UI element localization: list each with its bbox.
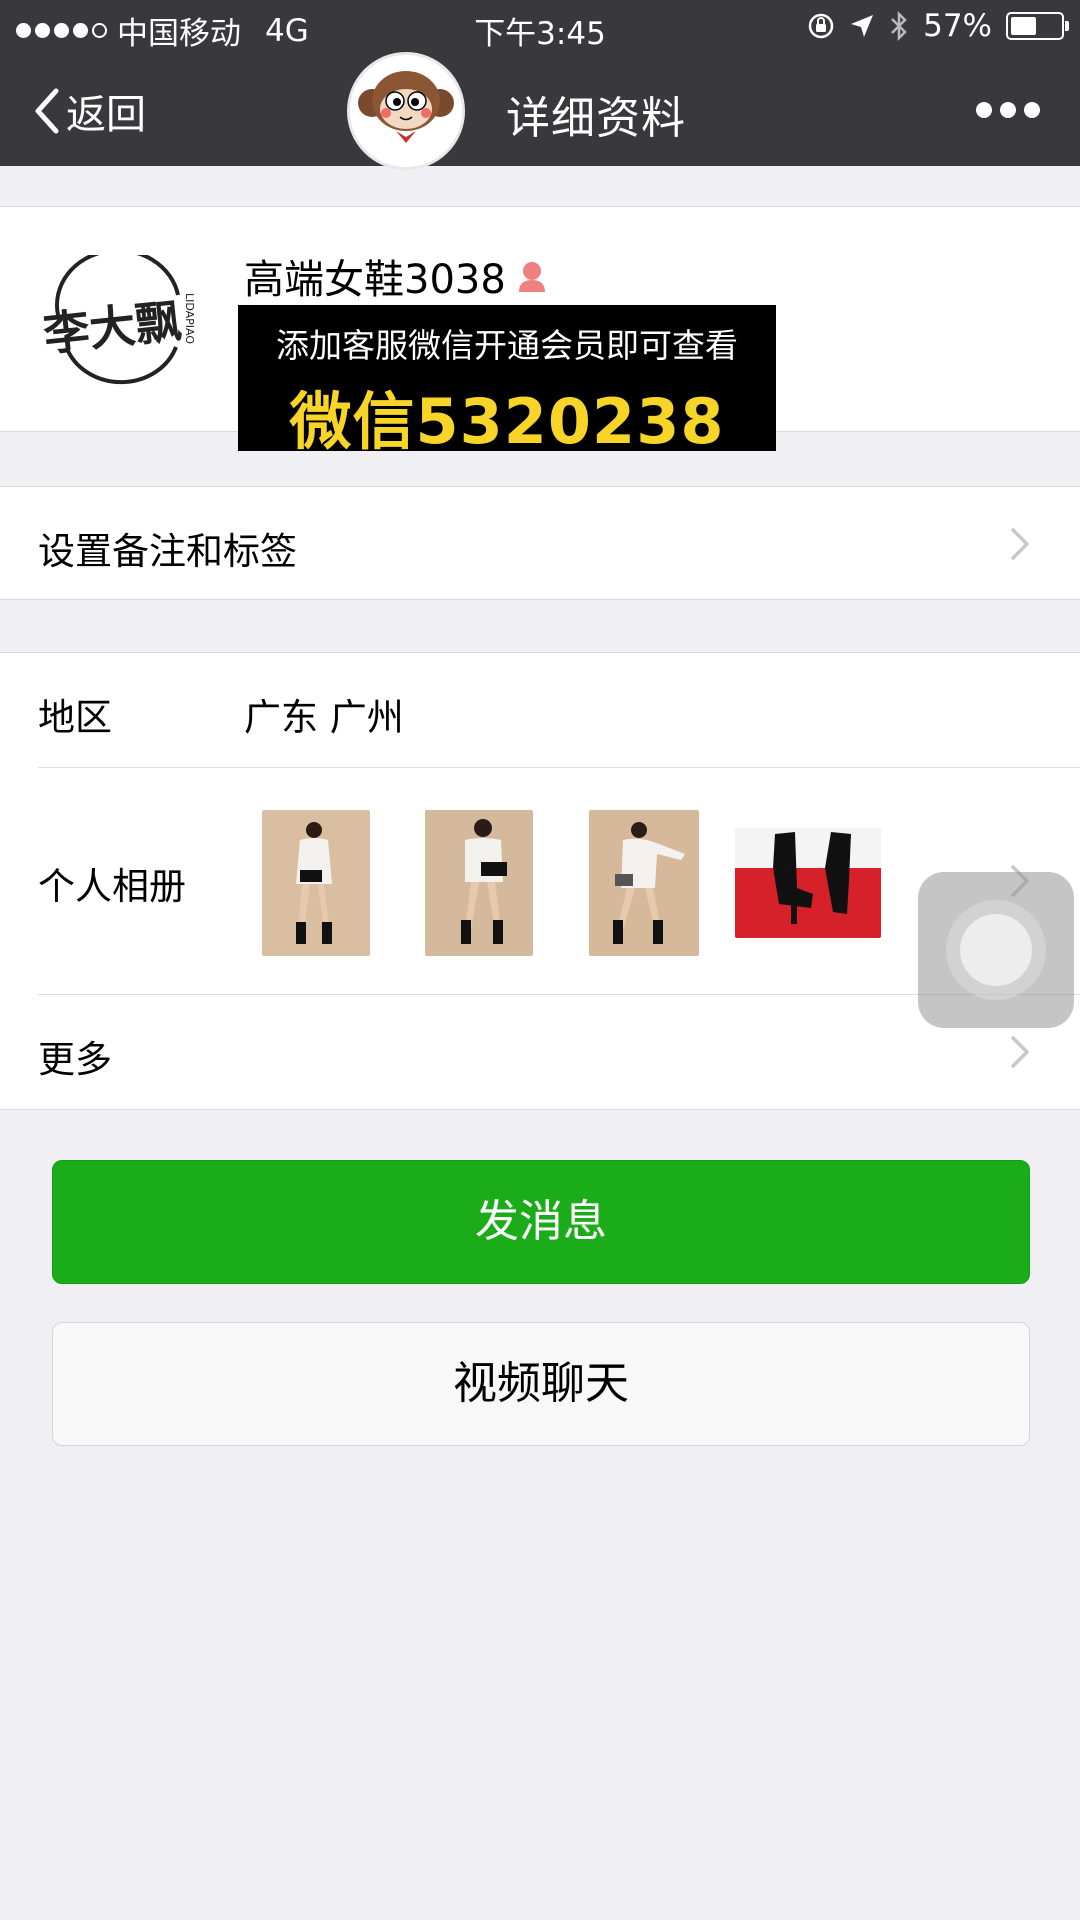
set-remark-and-tags-row[interactable]: 设置备注和标签 — [0, 486, 1080, 600]
rotation-lock-icon — [808, 13, 834, 39]
region-label: 地区 — [38, 696, 112, 739]
region-value: 广东 广州 — [244, 696, 404, 739]
remark-label: 设置备注和标签 — [38, 530, 297, 573]
contact-name-row: 高端女鞋3038 — [244, 247, 550, 305]
store-logo: 李大飘 LIDAPIAO — [41, 255, 196, 385]
navigation-bar: 返回 详细资料 — [0, 54, 1080, 166]
info-section: 地区 广东 广州 个人相册 更多 — [0, 652, 1080, 1110]
video-chat-button[interactable]: 视频聊天 — [52, 1322, 1030, 1446]
promo-banner: 添加客服微信开通会员即可查看 微信5320238 — [238, 305, 776, 458]
album-label: 个人相册 — [38, 865, 186, 908]
svg-text:李大飘: 李大飘 — [41, 293, 184, 361]
promo-line1: 添加客服微信开通会员即可查看 — [276, 326, 738, 365]
send-message-button[interactable]: 发消息 — [52, 1160, 1030, 1284]
album-photo[interactable] — [735, 828, 881, 938]
battery-icon — [1006, 12, 1069, 40]
chevron-right-icon — [1011, 528, 1029, 560]
promo-line2: 微信5320238 — [289, 385, 725, 458]
chevron-right-icon — [1011, 1036, 1029, 1068]
status-right: 57% — [807, 8, 1069, 44]
ellipsis-icon — [976, 102, 992, 118]
battery-fill — [1011, 17, 1036, 35]
status-bar: 中国移动 4G 下午3:45 57% — [0, 0, 1080, 54]
page-title-text: 详细资料 — [506, 93, 686, 144]
svg-text:LIDAPIAO: LIDAPIAO — [183, 293, 196, 344]
profile-header: 李大飘 LIDAPIAO 高端女鞋3038 添加客服微信开通会员即可查看 微信5… — [0, 206, 1080, 458]
bluetooth-icon — [891, 11, 907, 41]
contact-name: 高端女鞋3038 — [244, 257, 506, 303]
more-options-button[interactable] — [976, 102, 1040, 118]
album-photo[interactable] — [589, 810, 699, 956]
more-label: 更多 — [38, 1038, 112, 1081]
page-title: 详细资料 — [0, 82, 1080, 146]
assistive-touch-button[interactable] — [918, 872, 1074, 1028]
more-info-row[interactable]: 更多 — [0, 995, 1080, 1109]
monkey-avatar-sticker — [347, 52, 465, 170]
album-photo[interactable] — [262, 810, 370, 956]
female-icon — [518, 262, 545, 292]
battery-percentage: 57% — [923, 8, 992, 44]
location-arrow-icon — [851, 15, 874, 37]
album-photo[interactable] — [425, 810, 533, 956]
